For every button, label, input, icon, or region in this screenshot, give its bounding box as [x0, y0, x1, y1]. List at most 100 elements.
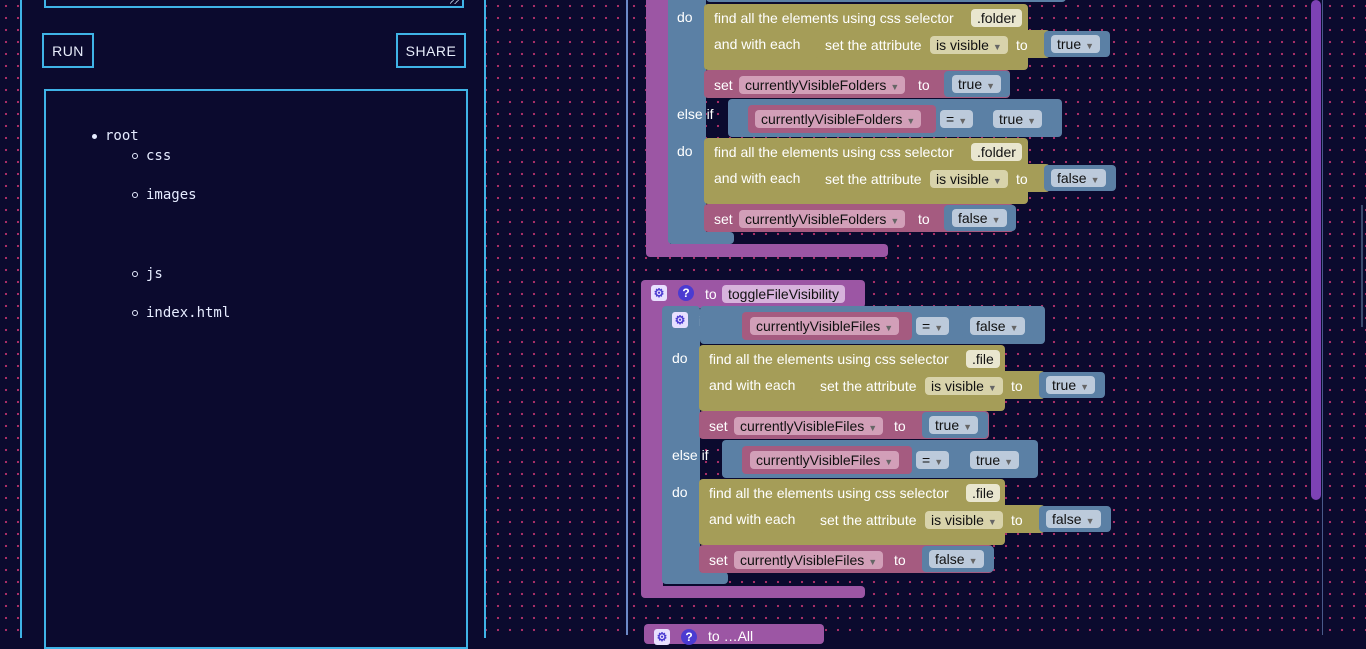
run-button[interactable]: RUN	[42, 33, 94, 68]
chevron-down-icon: ▼	[987, 383, 997, 393]
procedure-block-body[interactable]	[641, 300, 663, 598]
find-elements-label: find all the elements using css selector	[709, 485, 949, 501]
boolean-dropdown[interactable]: false ▼	[970, 317, 1025, 335]
variable-dropdown[interactable]: currentlyVisibleFiles ▼	[750, 451, 900, 469]
chevron-down-icon: ▼	[906, 116, 916, 126]
boolean-dropdown[interactable]: true ▼	[993, 110, 1043, 128]
selector-field[interactable]: .file	[966, 484, 1000, 502]
chevron-down-icon: ▼	[890, 216, 900, 226]
operator-dropdown[interactable]: = ▼	[916, 451, 950, 469]
variable-dropdown[interactable]: currentlyVisibleFolders ▼	[755, 110, 922, 128]
procedure-block-body[interactable]	[646, 0, 670, 256]
if-condition-edge	[706, 0, 1066, 2]
variable-dropdown[interactable]: currentlyVisibleFiles ▼	[734, 417, 884, 435]
boolean-dropdown[interactable]: true ▼	[929, 416, 979, 434]
find-elements-label: find all the elements using css selector	[709, 351, 949, 367]
boolean-dropdown[interactable]: true ▼	[1046, 376, 1096, 394]
chevron-down-icon: ▼	[868, 423, 878, 433]
chevron-down-icon: ▼	[934, 457, 944, 467]
chevron-down-icon: ▼	[963, 422, 973, 432]
chevron-down-icon: ▼	[1004, 457, 1014, 467]
chevron-down-icon: ▼	[884, 457, 894, 467]
boolean-dropdown[interactable]: true ▼	[970, 451, 1020, 469]
chevron-down-icon: ▼	[1085, 516, 1095, 526]
set-attribute-label: set the attribute	[825, 37, 922, 53]
variable-dropdown[interactable]: currentlyVisibleFiles ▼	[734, 551, 884, 569]
chevron-down-icon: ▼	[991, 215, 1001, 225]
variable-dropdown[interactable]: currentlyVisibleFolders ▼	[739, 76, 906, 94]
help-icon[interactable]: ?	[681, 629, 697, 645]
boolean-dropdown[interactable]: false ▼	[952, 209, 1007, 227]
attribute-dropdown[interactable]: is visible ▼	[925, 377, 1003, 395]
procedure-block-footer[interactable]	[646, 244, 888, 257]
to-label: to	[1011, 378, 1023, 394]
set-attribute-label: set the attribute	[820, 512, 917, 528]
boolean-dropdown[interactable]: true ▼	[1051, 35, 1101, 53]
to-label: to	[1011, 512, 1023, 528]
operator-dropdown[interactable]: = ▼	[940, 110, 974, 128]
tree-item-images: images	[146, 187, 197, 203]
code-editor-textarea[interactable]	[44, 0, 464, 8]
bullet-icon	[132, 271, 138, 277]
boolean-dropdown[interactable]: false ▼	[1051, 169, 1106, 187]
chevron-down-icon: ▼	[986, 81, 996, 91]
set-attribute-label: set the attribute	[825, 171, 922, 187]
set-attribute-label: set the attribute	[820, 378, 917, 394]
bullet-icon	[132, 310, 138, 316]
variable-dropdown[interactable]: currentlyVisibleFolders ▼	[739, 210, 906, 228]
and-with-each-label: and with each	[709, 377, 796, 393]
gear-icon[interactable]: ⚙	[651, 285, 667, 301]
to-label: to	[894, 418, 906, 434]
attribute-dropdown[interactable]: is visible ▼	[930, 36, 1008, 54]
set-label: set	[709, 418, 728, 434]
operator-dropdown[interactable]: = ▼	[916, 317, 950, 335]
to-label: to	[1016, 37, 1028, 53]
to-label: to	[918, 211, 930, 227]
chevron-down-icon: ▼	[1009, 323, 1019, 333]
selector-field[interactable]: .folder	[971, 9, 1022, 27]
tree-item-index-html: index.html	[146, 305, 231, 321]
resize-grip-icon[interactable]	[450, 0, 460, 4]
boolean-dropdown[interactable]: false ▼	[1046, 510, 1101, 528]
selector-field[interactable]: .folder	[971, 143, 1022, 161]
and-with-each-label: and with each	[714, 36, 801, 52]
if-block-footer	[662, 572, 728, 584]
find-elements-label: find all the elements using css selector	[714, 10, 954, 26]
tree-item-css: css	[146, 148, 172, 164]
procedure-block-footer[interactable]	[641, 586, 865, 598]
gear-icon[interactable]: ⚙	[654, 629, 670, 645]
else-if-label: else if	[672, 447, 709, 463]
share-button[interactable]: SHARE	[396, 33, 466, 68]
procedure-name-field[interactable]: toggleFileVisibility	[722, 285, 846, 303]
boolean-dropdown[interactable]: false ▼	[929, 550, 984, 568]
output-panel: root css images js index.html	[44, 89, 468, 649]
do-label: do	[677, 143, 693, 159]
chevron-down-icon: ▼	[992, 42, 1002, 52]
attribute-dropdown[interactable]: is visible ▼	[925, 511, 1003, 529]
chevron-down-icon: ▼	[1080, 382, 1090, 392]
variable-dropdown[interactable]: currentlyVisibleFiles ▼	[750, 317, 900, 335]
procedure-to-label: to …All	[708, 628, 754, 644]
procedure-to-label: to	[705, 286, 717, 302]
workspace-scrollbar[interactable]	[1311, 0, 1321, 500]
help-icon[interactable]: ?	[678, 285, 694, 301]
to-label: to	[1016, 171, 1028, 187]
set-label: set	[714, 211, 733, 227]
if-block-footer	[668, 232, 734, 244]
boolean-dropdown[interactable]: true ▼	[952, 75, 1002, 93]
attribute-dropdown[interactable]: is visible ▼	[930, 170, 1008, 188]
gear-icon[interactable]: ⚙	[672, 312, 688, 328]
page-scrollbar[interactable]	[1361, 205, 1363, 327]
chevron-down-icon: ▼	[987, 517, 997, 527]
to-label: to	[918, 77, 930, 93]
set-label: set	[709, 552, 728, 568]
chevron-down-icon: ▼	[1090, 175, 1100, 185]
tree-item-js: js	[146, 266, 163, 282]
and-with-each-label: and with each	[709, 511, 796, 527]
chevron-down-icon: ▼	[1027, 116, 1037, 126]
selector-field[interactable]: .file	[966, 350, 1000, 368]
set-label: set	[714, 77, 733, 93]
if-block-spine[interactable]	[668, 0, 706, 244]
if-block-spine[interactable]	[662, 306, 700, 582]
chevron-down-icon: ▼	[868, 557, 878, 567]
